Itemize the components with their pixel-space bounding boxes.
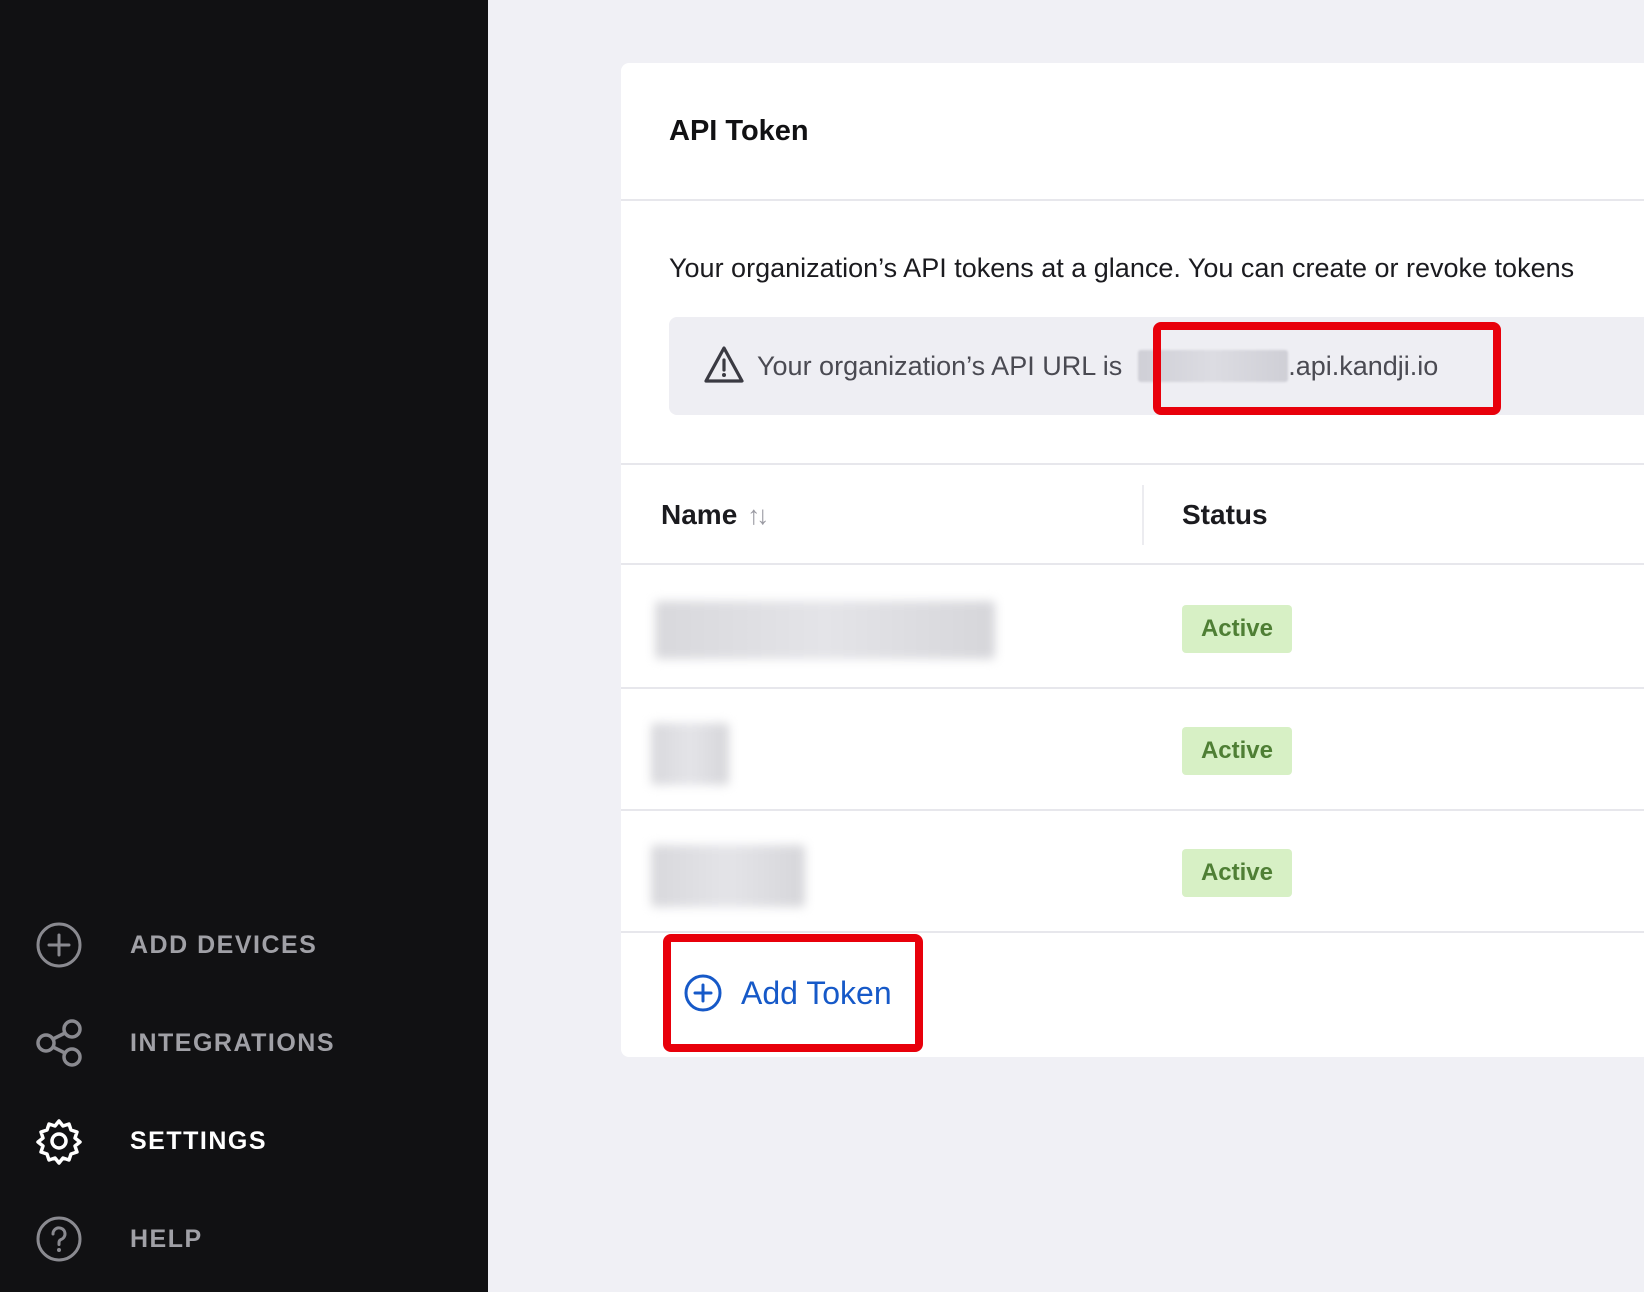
api-url-label: Your organization’s API URL is	[757, 350, 1123, 381]
redacted-token-name	[651, 845, 805, 907]
sidebar-item-help[interactable]: HELP	[32, 1209, 203, 1269]
status-badge: Active	[1182, 605, 1292, 653]
sidebar-item-settings[interactable]: SETTINGS	[32, 1111, 267, 1171]
question-circle-icon	[32, 1212, 86, 1266]
warning-triangle-icon	[703, 345, 745, 387]
api-url-alert: Your organization’s API URL is .api.kand…	[669, 317, 1644, 415]
intro-text: Your organization’s API tokens at a glan…	[669, 253, 1575, 283]
api-url-suffix: .api.kandji.io	[1288, 350, 1439, 381]
sidebar-item-label: SETTINGS	[130, 1126, 268, 1155]
redacted-token-name	[651, 723, 729, 785]
status-badge: Active	[1182, 849, 1292, 897]
column-header-status: Status	[1182, 499, 1268, 530]
api-token-card: API Token Your organization’s API tokens…	[621, 63, 1644, 1057]
row-divider	[621, 931, 1644, 933]
sort-icon[interactable]: ↑↓	[747, 500, 769, 531]
section-divider	[621, 463, 1644, 465]
plus-circle-icon	[683, 973, 723, 1013]
sidebar-item-add-devices[interactable]: ADD DEVICES	[32, 915, 317, 975]
redacted-token-name	[655, 601, 995, 659]
column-header-name[interactable]: Name ↑↓	[661, 499, 769, 531]
table-row[interactable]: Active	[621, 689, 1644, 811]
add-token-label: Add Token	[741, 974, 892, 1011]
table-row[interactable]: Active	[621, 811, 1644, 933]
status-badge: Active	[1182, 727, 1292, 775]
share-nodes-icon	[32, 1016, 86, 1070]
sidebar-item-label: HELP	[130, 1224, 203, 1253]
table-row[interactable]: Active	[621, 565, 1644, 687]
sidebar: ADD DEVICES INTEGRATIONS SETTINGS HELP	[0, 0, 488, 1292]
gear-icon	[32, 1114, 86, 1168]
redacted-subdomain	[1138, 350, 1289, 382]
card-header: API Token	[621, 63, 1644, 201]
column-separator	[1142, 485, 1144, 545]
add-token-button[interactable]: Add Token	[683, 963, 892, 1023]
sidebar-item-label: ADD DEVICES	[130, 930, 318, 959]
sidebar-item-label: INTEGRATIONS	[130, 1028, 336, 1057]
page-title: API Token	[669, 114, 809, 147]
sidebar-item-integrations[interactable]: INTEGRATIONS	[32, 1013, 335, 1073]
plus-circle-icon	[32, 918, 86, 972]
